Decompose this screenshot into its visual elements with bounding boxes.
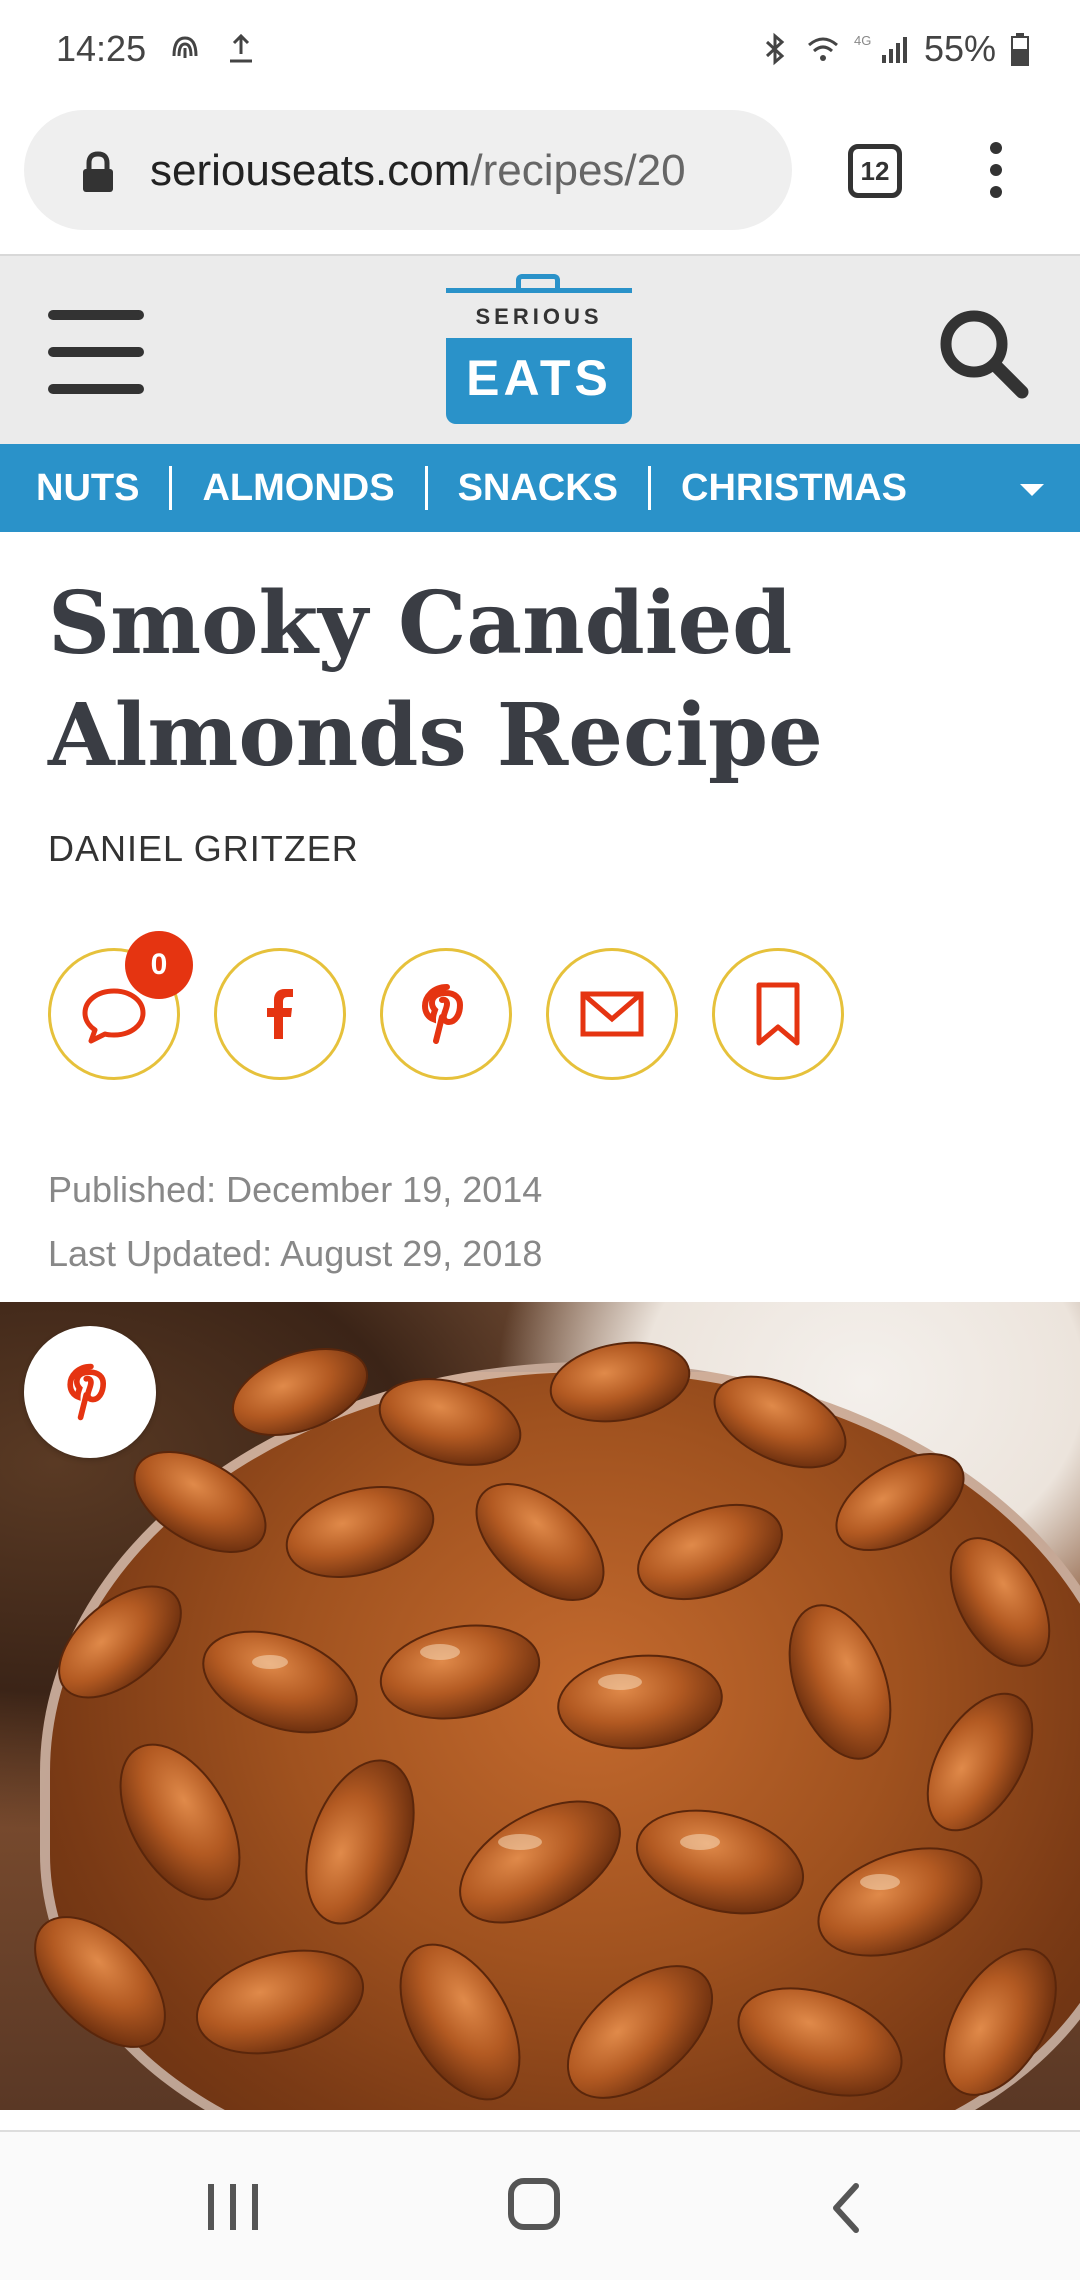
- site-logo[interactable]: SERIOUS EATS: [446, 274, 632, 426]
- author-byline[interactable]: DANIEL GRITZER: [48, 828, 359, 870]
- network-label: 4G: [854, 33, 871, 48]
- publish-dates: Published: December 19, 2014 Last Update…: [48, 1158, 542, 1286]
- logo-top-text: SERIOUS: [475, 304, 603, 329]
- status-left-icons: [168, 30, 258, 66]
- share-row: 0: [48, 931, 844, 1080]
- tag-almonds[interactable]: ALMONDS: [202, 467, 394, 510]
- email-icon: [580, 991, 644, 1037]
- published-date: Published: December 19, 2014: [48, 1169, 543, 1210]
- tab-switcher-button[interactable]: 12: [848, 144, 902, 198]
- home-button[interactable]: [508, 2178, 560, 2230]
- tags-expand-caret-icon[interactable]: [1020, 484, 1044, 496]
- browser-menu-button[interactable]: [984, 142, 1008, 202]
- logo-bottom-text: EATS: [446, 338, 632, 424]
- comments-button[interactable]: 0: [48, 931, 193, 1080]
- tag-nuts[interactable]: NUTS: [36, 467, 139, 510]
- site-header: SERIOUS EATS: [0, 254, 1080, 444]
- status-right: 4G 55%: [758, 28, 1030, 70]
- 4g-signal-icon: 4G: [854, 33, 907, 63]
- bookmark-icon: [756, 982, 800, 1046]
- lock-icon: [83, 151, 113, 192]
- pinterest-icon: [421, 984, 464, 1044]
- save-bookmark-button[interactable]: [712, 948, 844, 1080]
- url-path: /recipes/20: [470, 146, 686, 195]
- hamburger-menu-icon[interactable]: [48, 310, 144, 394]
- search-icon[interactable]: [934, 304, 1034, 404]
- comment-count-badge: 0: [125, 931, 193, 999]
- email-share-button[interactable]: [546, 948, 678, 1080]
- browser-address-row: seriouseats.com/recipes/20 12: [0, 104, 1080, 254]
- page-title: Smoky Candied Almonds Recipe: [48, 573, 823, 786]
- battery-percent: 55%: [923, 28, 996, 69]
- tag-separator: [424, 466, 428, 510]
- facebook-share-button[interactable]: [214, 948, 346, 1080]
- hero-image-almonds[interactable]: [0, 1302, 1080, 2110]
- back-button[interactable]: [818, 2178, 878, 2238]
- wifi-icon: [807, 37, 838, 61]
- system-nav-bar: [0, 2130, 1080, 2280]
- upload-icon: [230, 33, 252, 63]
- tag-bar: NUTS ALMONDS SNACKS CHRISTMAS: [0, 444, 1080, 532]
- battery-icon: [1011, 33, 1029, 66]
- tag-separator: [169, 466, 173, 510]
- status-time: 14:25: [56, 28, 147, 69]
- status-bar: 14:25 4G 55%: [0, 0, 1080, 104]
- recents-button[interactable]: [208, 2184, 258, 2230]
- fingerprint-icon: [172, 36, 198, 58]
- almonds-illustration: [34, 1341, 1057, 2101]
- bluetooth-icon: [765, 32, 785, 66]
- facebook-icon: [267, 989, 293, 1039]
- url-domain: seriouseats.com: [150, 146, 471, 195]
- url-bar[interactable]: seriouseats.com/recipes/20: [24, 110, 792, 230]
- pinterest-share-button[interactable]: [380, 948, 512, 1080]
- tag-separator: [648, 466, 652, 510]
- tag-christmas[interactable]: CHRISTMAS: [681, 467, 907, 510]
- url-text[interactable]: seriouseats.com/recipes/20: [150, 146, 790, 196]
- pinterest-icon: [67, 1363, 107, 1421]
- pin-image-button[interactable]: [24, 1326, 156, 1458]
- updated-date: Last Updated: August 29, 2018: [48, 1233, 543, 1274]
- tag-snacks[interactable]: SNACKS: [458, 467, 618, 510]
